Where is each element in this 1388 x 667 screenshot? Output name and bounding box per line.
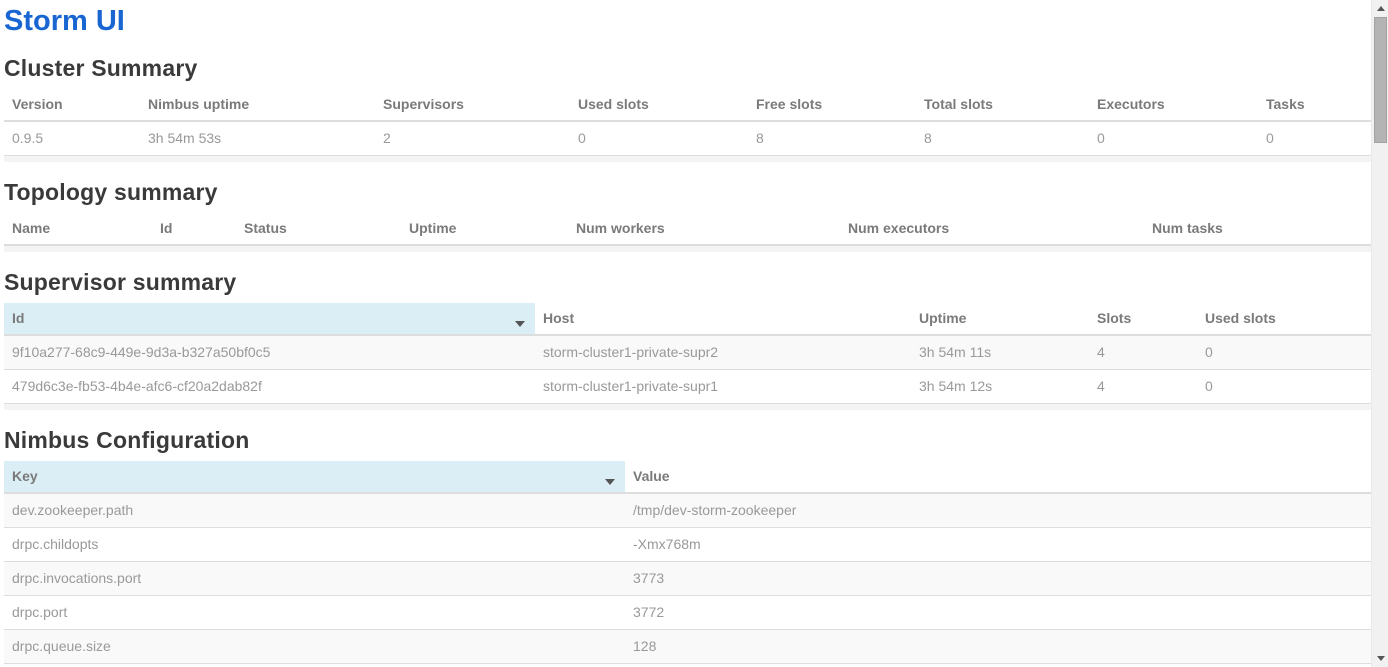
header-used-slots[interactable]: Used slots — [570, 89, 748, 121]
triangle-down-glyph — [1377, 656, 1385, 661]
cell-version: 0.9.5 — [4, 121, 140, 156]
sort-desc-icon — [605, 479, 615, 485]
header-num-tasks[interactable]: Num tasks — [1144, 213, 1372, 245]
cell-uptime: 3h 54m 12s — [911, 370, 1089, 404]
cell-config-key: drpc.port — [4, 596, 625, 630]
header-free-slots[interactable]: Free slots — [748, 89, 916, 121]
scroll-down-icon[interactable] — [1372, 650, 1388, 667]
table-row: drpc.invocations.port 3773 — [4, 562, 1372, 596]
nimbus-configuration-table: Key Value dev.zookeeper.path /tmp/dev-st… — [4, 461, 1372, 664]
topology-summary-table: Name Id Status Uptime Num workers Num ex… — [4, 213, 1372, 246]
cell-config-key: drpc.queue.size — [4, 630, 625, 664]
header-num-workers[interactable]: Num workers — [568, 213, 840, 245]
table-row: 9f10a277-68c9-449e-9d3a-b327a50bf0c5 sto… — [4, 335, 1372, 370]
header-host[interactable]: Host — [535, 303, 911, 335]
header-status[interactable]: Status — [236, 213, 401, 245]
nimbus-header-row: Key Value — [4, 461, 1372, 493]
table-bottom-strip — [4, 404, 1372, 410]
table-row: drpc.queue.size 128 — [4, 630, 1372, 664]
cell-slots: 4 — [1089, 335, 1197, 370]
cell-config-value: 3773 — [625, 562, 1372, 596]
supervisor-header-row: Id Host Uptime Slots Used slots — [4, 303, 1372, 335]
cluster-summary-heading: Cluster Summary — [4, 56, 1372, 81]
header-key-label: Key — [12, 468, 38, 484]
cell-free-slots: 8 — [748, 121, 916, 156]
header-key-sorted[interactable]: Key — [4, 461, 625, 493]
cell-config-value: /tmp/dev-storm-zookeeper — [625, 493, 1372, 528]
header-uptime[interactable]: Uptime — [401, 213, 568, 245]
cell-tasks: 0 — [1258, 121, 1372, 156]
table-bottom-strip — [4, 156, 1372, 162]
cell-config-value: -Xmx768m — [625, 528, 1372, 562]
vertical-scrollbar[interactable] — [1371, 0, 1388, 667]
scrollbar-thumb[interactable] — [1374, 17, 1387, 143]
header-version[interactable]: Version — [4, 89, 140, 121]
cell-executors: 0 — [1089, 121, 1258, 156]
cell-slots: 4 — [1089, 370, 1197, 404]
supervisor-summary-heading: Supervisor summary — [4, 270, 1372, 295]
cell-uptime: 3h 54m 11s — [911, 335, 1089, 370]
header-total-slots[interactable]: Total slots — [916, 89, 1089, 121]
scroll-up-icon[interactable] — [1372, 0, 1388, 17]
table-bottom-strip — [4, 246, 1372, 252]
sort-desc-icon — [515, 321, 525, 327]
cluster-data-row: 0.9.5 3h 54m 53s 2 0 8 8 0 0 — [4, 121, 1372, 156]
header-slots[interactable]: Slots — [1089, 303, 1197, 335]
header-executors[interactable]: Executors — [1089, 89, 1258, 121]
cell-config-value: 128 — [625, 630, 1372, 664]
triangle-up-glyph — [1377, 6, 1385, 11]
cell-supervisor-id: 9f10a277-68c9-449e-9d3a-b327a50bf0c5 — [4, 335, 535, 370]
header-id-label: Id — [12, 310, 24, 326]
table-row: drpc.childopts -Xmx768m — [4, 528, 1372, 562]
table-row: drpc.port 3772 — [4, 596, 1372, 630]
cell-host: storm-cluster1-private-supr1 — [535, 370, 911, 404]
header-uptime[interactable]: Uptime — [911, 303, 1089, 335]
cell-config-key: drpc.invocations.port — [4, 562, 625, 596]
topology-summary-heading: Topology summary — [4, 180, 1372, 205]
cell-config-value: 3772 — [625, 596, 1372, 630]
header-value[interactable]: Value — [625, 461, 1372, 493]
header-id-sorted[interactable]: Id — [4, 303, 535, 335]
header-num-executors[interactable]: Num executors — [840, 213, 1144, 245]
cell-host: storm-cluster1-private-supr2 — [535, 335, 911, 370]
cell-used-slots: 0 — [570, 121, 748, 156]
main-content: Storm UI Cluster Summary Version Nimbus … — [4, 0, 1372, 664]
topology-header-row: Name Id Status Uptime Num workers Num ex… — [4, 213, 1372, 245]
cell-used-slots: 0 — [1197, 335, 1372, 370]
header-id[interactable]: Id — [152, 213, 236, 245]
cell-config-key: drpc.childopts — [4, 528, 625, 562]
header-used-slots[interactable]: Used slots — [1197, 303, 1372, 335]
header-supervisors[interactable]: Supervisors — [375, 89, 570, 121]
page-title[interactable]: Storm UI — [4, 5, 1372, 38]
table-row: dev.zookeeper.path /tmp/dev-storm-zookee… — [4, 493, 1372, 528]
cluster-header-row: Version Nimbus uptime Supervisors Used s… — [4, 89, 1372, 121]
header-name[interactable]: Name — [4, 213, 152, 245]
cell-supervisors: 2 — [375, 121, 570, 156]
supervisor-summary-table: Id Host Uptime Slots Used slots 9f10a277… — [4, 303, 1372, 404]
header-tasks[interactable]: Tasks — [1258, 89, 1372, 121]
cell-used-slots: 0 — [1197, 370, 1372, 404]
cell-nimbus-uptime: 3h 54m 53s — [140, 121, 375, 156]
cell-supervisor-id: 479d6c3e-fb53-4b4e-afc6-cf20a2dab82f — [4, 370, 535, 404]
header-nimbus-uptime[interactable]: Nimbus uptime — [140, 89, 375, 121]
cell-config-key: dev.zookeeper.path — [4, 493, 625, 528]
table-row: 479d6c3e-fb53-4b4e-afc6-cf20a2dab82f sto… — [4, 370, 1372, 404]
cluster-summary-table: Version Nimbus uptime Supervisors Used s… — [4, 89, 1372, 156]
nimbus-configuration-heading: Nimbus Configuration — [4, 428, 1372, 453]
cell-total-slots: 8 — [916, 121, 1089, 156]
